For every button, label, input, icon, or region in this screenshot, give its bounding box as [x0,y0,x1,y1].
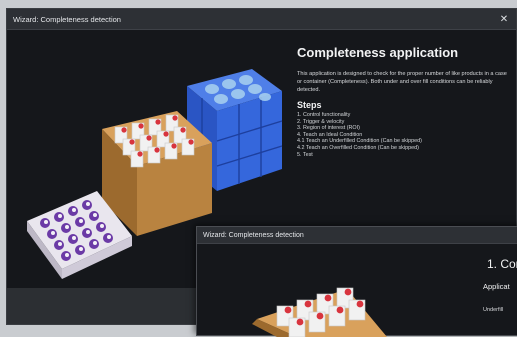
overlay-titlebar[interactable]: Wizard: Completeness detection [197,227,517,244]
description-text: This application is designed to check fo… [297,71,507,93]
step-item: 4. Teach an Ideal Condition [297,131,363,138]
step-item: 4.1 Teach an Underfilled Condition (Can … [297,138,422,145]
close-icon[interactable]: ✕ [498,14,510,25]
step-item: 4.2 Teach an Overfilled Condition (Can b… [297,144,419,151]
carton-box [102,111,212,236]
info-panel: Completeness application This applicatio… [297,45,507,158]
overlay-title: Wizard: Completeness detection [203,231,304,239]
wizard-titlebar[interactable]: Wizard: Completeness detection ✕ [7,9,516,30]
overlay-step-heading: 1. Con [487,257,517,271]
overlay-text: Underfill [483,307,504,313]
wizard-title: Wizard: Completeness detection [13,14,121,24]
overlay-subheading: Applicat [483,282,510,291]
page-title: Completeness application [297,45,459,60]
step-item: 1. Control functionality [297,112,351,118]
step-item: 3. Region of interest (ROI) [297,125,360,132]
steps-list: 1. Control functionality 2. Trigger & ve… [297,112,507,158]
overlay-carton-illustration [252,287,387,337]
step-item: 2. Trigger & velocity [297,118,345,125]
step-item: 5. Test [297,151,313,158]
overlay-wizard-window: Wizard: Completeness detection 1. Con Ap… [196,226,517,337]
steps-heading: Steps [297,100,322,110]
